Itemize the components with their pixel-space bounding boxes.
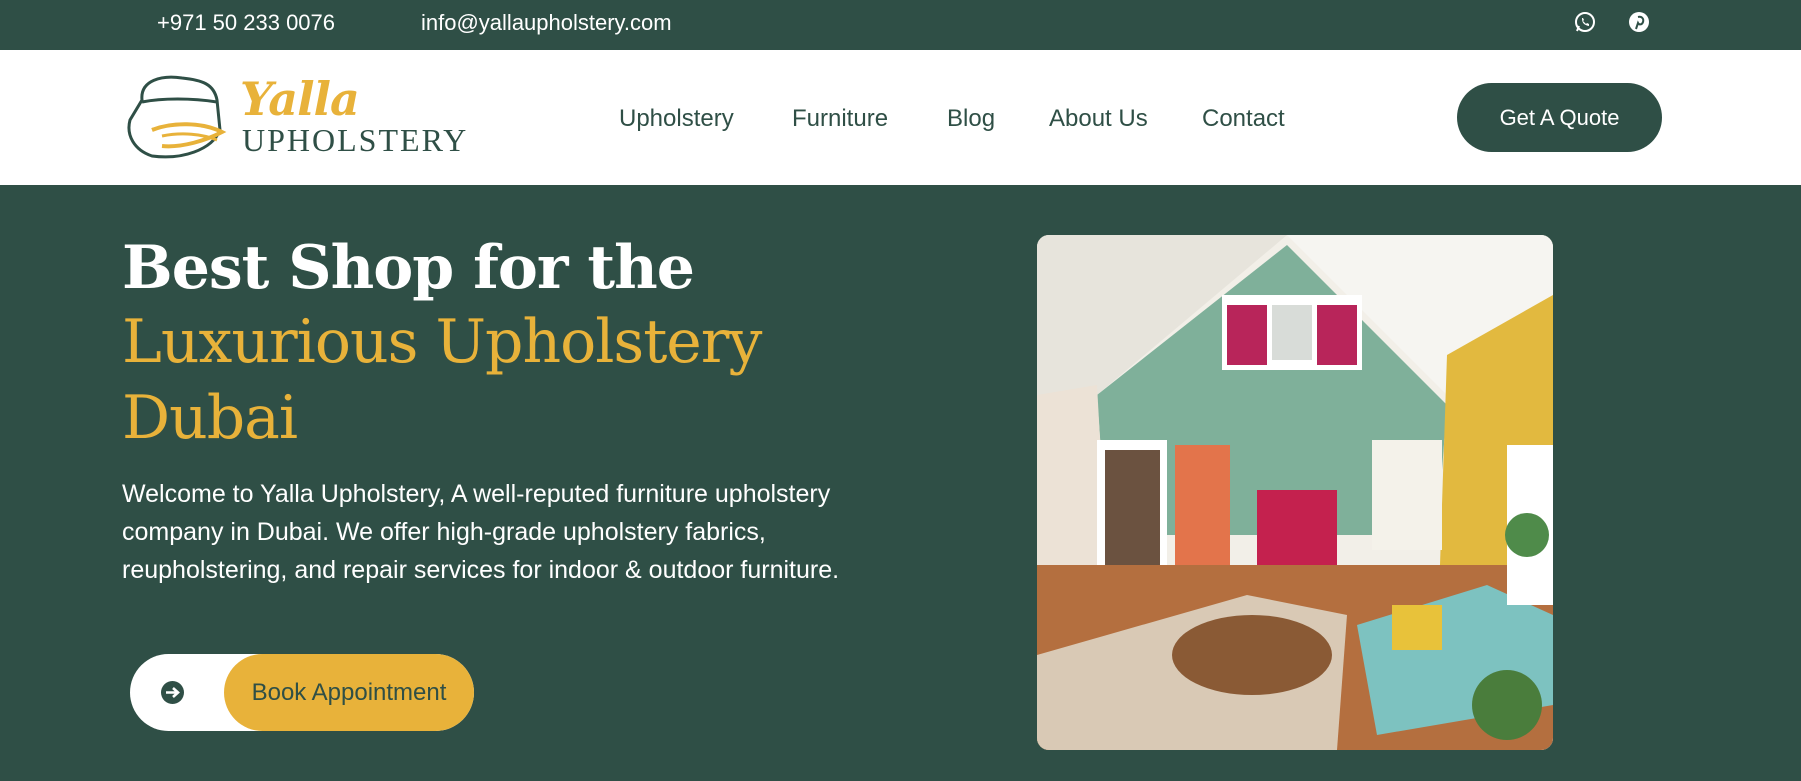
email-link[interactable]: info@yallaupholstery.com bbox=[421, 10, 672, 36]
nav-furniture[interactable]: Furniture bbox=[792, 105, 888, 133]
pinterest-icon[interactable] bbox=[1628, 11, 1650, 33]
top-bar: +971 50 233 0076 info@yallaupholstery.co… bbox=[0, 0, 1801, 50]
book-appointment-button[interactable]: Book Appointment bbox=[130, 654, 474, 731]
book-appointment-label: Book Appointment bbox=[224, 654, 474, 731]
get-a-quote-button[interactable]: Get A Quote bbox=[1457, 83, 1662, 152]
site-logo[interactable]: Yalla UPHOLSTERY bbox=[122, 70, 466, 165]
hero-headline-line2: Luxurious Upholstery bbox=[122, 307, 762, 377]
phone-link[interactable]: +971 50 233 0076 bbox=[157, 10, 335, 36]
nav-blog[interactable]: Blog bbox=[947, 105, 995, 133]
hero-intro-text: Welcome to Yalla Upholstery, A well-repu… bbox=[122, 480, 840, 584]
nav-contact[interactable]: Contact bbox=[1202, 105, 1285, 133]
hero-headline-line3: Dubai bbox=[122, 383, 298, 453]
hero-section: Best Shop for the Luxurious Upholstery D… bbox=[0, 185, 1801, 781]
sofa-logo-icon bbox=[127, 75, 227, 159]
nav-upholstery[interactable]: Upholstery bbox=[619, 105, 734, 133]
main-header: Yalla UPHOLSTERY Upholstery Furniture Bl… bbox=[0, 50, 1801, 185]
logo-subtitle: UPHOLSTERY bbox=[242, 122, 469, 158]
living-room-photo bbox=[1037, 235, 1553, 750]
whatsapp-icon[interactable] bbox=[1574, 11, 1596, 33]
hero-headline-line1: Best Shop for the bbox=[122, 233, 695, 303]
logo-wordmark: Yalla bbox=[240, 72, 360, 126]
nav-about-us[interactable]: About Us bbox=[1049, 105, 1148, 133]
arrow-right-circle-icon bbox=[161, 681, 184, 704]
